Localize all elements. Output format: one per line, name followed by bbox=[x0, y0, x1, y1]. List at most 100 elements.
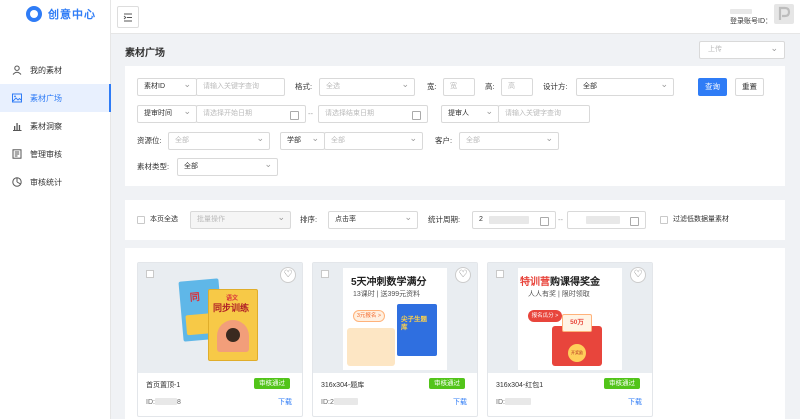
top-bar: 登录账号ID： bbox=[111, 0, 800, 34]
height-input[interactable]: 高 bbox=[501, 78, 533, 96]
logo[interactable]: 创意中心 bbox=[26, 6, 96, 22]
material-thumbnail[interactable]: 5天冲刺数学满分 13课时 | 送399元资料 3元报名 > 尖子生题库 bbox=[313, 263, 477, 373]
width-label: 宽: bbox=[427, 82, 437, 91]
card-id: ID: bbox=[496, 397, 531, 406]
designer-label: 设计方: bbox=[543, 82, 568, 91]
period-start-picker[interactable]: 2 bbox=[472, 211, 556, 229]
logo-icon bbox=[26, 6, 42, 22]
submitter-input[interactable]: 请输入关键字查询 bbox=[498, 105, 590, 123]
ad-book-title: 尖子生题库 bbox=[401, 316, 427, 331]
batch-action-select[interactable]: 批量操作 bbox=[190, 211, 291, 229]
end-date-picker[interactable]: 请选择结束日期 bbox=[318, 105, 428, 123]
filter-panel: 素材ID 请输入关键字查询 格式: 全选 宽: 宽 高: 高 设计方: 全部 查… bbox=[125, 66, 785, 186]
audit-icon bbox=[12, 149, 22, 159]
sort-label: 排序: bbox=[300, 215, 318, 224]
ad-cta-button: 3元报名 > bbox=[353, 310, 385, 322]
client-label: 客户: bbox=[435, 136, 453, 145]
reset-button[interactable]: 重置 bbox=[735, 78, 764, 96]
format-label: 格式: bbox=[295, 82, 313, 91]
designer-select[interactable]: 全部 bbox=[576, 78, 674, 96]
download-link[interactable]: 下载 bbox=[278, 397, 292, 407]
card-id-masked bbox=[154, 398, 177, 405]
period-end-masked bbox=[586, 216, 620, 224]
card-checkbox[interactable] bbox=[146, 270, 154, 278]
avatar[interactable] bbox=[774, 4, 794, 24]
ad-headline: 特训营购课得奖金 bbox=[520, 273, 600, 288]
start-date-picker[interactable]: 请选择开始日期 bbox=[196, 105, 306, 123]
image-icon bbox=[12, 93, 22, 103]
card-id: ID:2 bbox=[321, 397, 358, 406]
ad-subline: 人人有奖 | 限时领取 bbox=[528, 291, 590, 298]
material-card[interactable]: 同 语文 同步训练 ♡ 首页置顶-1 审核通过 ID: 8 下载 bbox=[137, 262, 303, 417]
card-id-prefix: ID: bbox=[146, 399, 155, 406]
ad-canvas: 特训营购课得奖金 人人有奖 | 限时领取 报名瓜分 > 50万 开奖励 bbox=[518, 268, 622, 370]
height-label: 高: bbox=[485, 82, 495, 91]
pie-chart-icon bbox=[12, 177, 22, 187]
submit-time-select[interactable]: 提审时间 bbox=[137, 105, 197, 123]
account-name-masked bbox=[730, 9, 752, 14]
period-label: 统计周期: bbox=[428, 215, 461, 224]
ad-headline: 5天冲刺数学满分 bbox=[351, 277, 427, 288]
filter-low-data-checkbox[interactable] bbox=[660, 216, 668, 224]
card-checkbox[interactable] bbox=[496, 270, 504, 278]
card-title: 首页置顶-1 bbox=[146, 382, 181, 389]
sidebar-menu: 我的素材 素材广场 素材洞察 管理审核 审核统计 bbox=[0, 56, 111, 196]
sidebar-item-my-materials[interactable]: 我的素材 bbox=[0, 56, 111, 84]
download-link[interactable]: 下载 bbox=[628, 397, 642, 407]
resource-select[interactable]: 全部 bbox=[168, 132, 270, 150]
format-select[interactable]: 全选 bbox=[319, 78, 415, 96]
ad-canvas: 5天冲刺数学满分 13课时 | 送399元资料 3元报名 > 尖子生题库 bbox=[343, 268, 447, 370]
favorite-heart-icon[interactable]: ♡ bbox=[455, 267, 471, 283]
card-checkbox[interactable] bbox=[321, 270, 329, 278]
sidebar-item-material-insight[interactable]: 素材洞察 bbox=[0, 112, 111, 140]
user-icon bbox=[12, 65, 22, 75]
width-input[interactable]: 宽 bbox=[443, 78, 475, 96]
period-start-value: 2 bbox=[479, 216, 483, 223]
sidebar-item-audit-manage[interactable]: 管理审核 bbox=[0, 140, 111, 168]
card-id: ID: 8 bbox=[146, 397, 181, 406]
favorite-heart-icon[interactable]: ♡ bbox=[280, 267, 296, 283]
envelope-open-button: 开奖励 bbox=[568, 344, 586, 362]
book-title-text: 同步训练 bbox=[213, 303, 250, 313]
menu-fold-icon bbox=[123, 13, 132, 21]
status-badge: 审核通过 bbox=[604, 378, 640, 389]
sidebar-item-label: 审核统计 bbox=[30, 177, 62, 187]
dept-type-select[interactable]: 学部 bbox=[280, 132, 325, 150]
material-grid: 同 语文 同步训练 ♡ 首页置顶-1 审核通过 ID: 8 下载 5天冲刺数学满分… bbox=[125, 248, 785, 419]
card-id-masked bbox=[504, 398, 531, 405]
ad-subline: 13课时 | 送399元资料 bbox=[353, 291, 421, 298]
ad-headline-accent: 特训营 bbox=[520, 277, 550, 288]
favorite-heart-icon[interactable]: ♡ bbox=[630, 267, 646, 283]
sidebar: 创意中心 我的素材 素材广场 素材洞察 管理审核 审核统计 bbox=[0, 0, 111, 419]
sidebar-item-label: 素材广场 bbox=[30, 93, 62, 103]
sidebar-item-material-square[interactable]: 素材广场 bbox=[0, 84, 111, 112]
dept-select[interactable]: 全部 bbox=[324, 132, 423, 150]
material-id-type-select[interactable]: 素材ID bbox=[137, 78, 197, 96]
logo-text: 创意中心 bbox=[48, 9, 96, 21]
material-id-input[interactable]: 请输入关键字查询 bbox=[196, 78, 285, 96]
resource-label: 资源位: bbox=[137, 136, 162, 145]
sidebar-item-audit-stats[interactable]: 审核统计 bbox=[0, 168, 111, 196]
submitter-type-select[interactable]: 提审人 bbox=[441, 105, 499, 123]
material-thumbnail[interactable]: 特训营购课得奖金 人人有奖 | 限时领取 报名瓜分 > 50万 开奖励 bbox=[488, 263, 652, 373]
menu-collapse-button[interactable] bbox=[117, 6, 139, 28]
material-card[interactable]: 5天冲刺数学满分 13课时 | 送399元资料 3元报名 > 尖子生题库 ♡ 3… bbox=[312, 262, 478, 417]
material-thumbnail[interactable]: 同 语文 同步训练 bbox=[138, 263, 302, 373]
query-button[interactable]: 查询 bbox=[698, 78, 727, 96]
period-end-picker[interactable] bbox=[567, 211, 646, 229]
client-select[interactable]: 全部 bbox=[459, 132, 559, 150]
material-type-select[interactable]: 全部 bbox=[177, 158, 278, 176]
upload-select[interactable]: 上传 bbox=[699, 40, 785, 59]
download-link[interactable]: 下载 bbox=[453, 397, 467, 407]
book-front: 语文 同步训练 bbox=[208, 289, 258, 361]
sidebar-item-label: 我的素材 bbox=[30, 65, 62, 75]
period-separator: -- bbox=[558, 215, 563, 224]
bar-chart-icon bbox=[13, 123, 22, 131]
ad-book-art: 尖子生题库 bbox=[397, 304, 437, 356]
status-badge: 审核通过 bbox=[254, 378, 290, 389]
date-range-separator: -- bbox=[308, 109, 313, 118]
select-all-checkbox[interactable] bbox=[137, 216, 145, 224]
material-card[interactable]: 特训营购课得奖金 人人有奖 | 限时领取 报名瓜分 > 50万 开奖励 ♡ 31… bbox=[487, 262, 653, 417]
account-id-label: 登录账号ID： bbox=[730, 18, 772, 25]
sort-select[interactable]: 点击率 bbox=[328, 211, 418, 229]
